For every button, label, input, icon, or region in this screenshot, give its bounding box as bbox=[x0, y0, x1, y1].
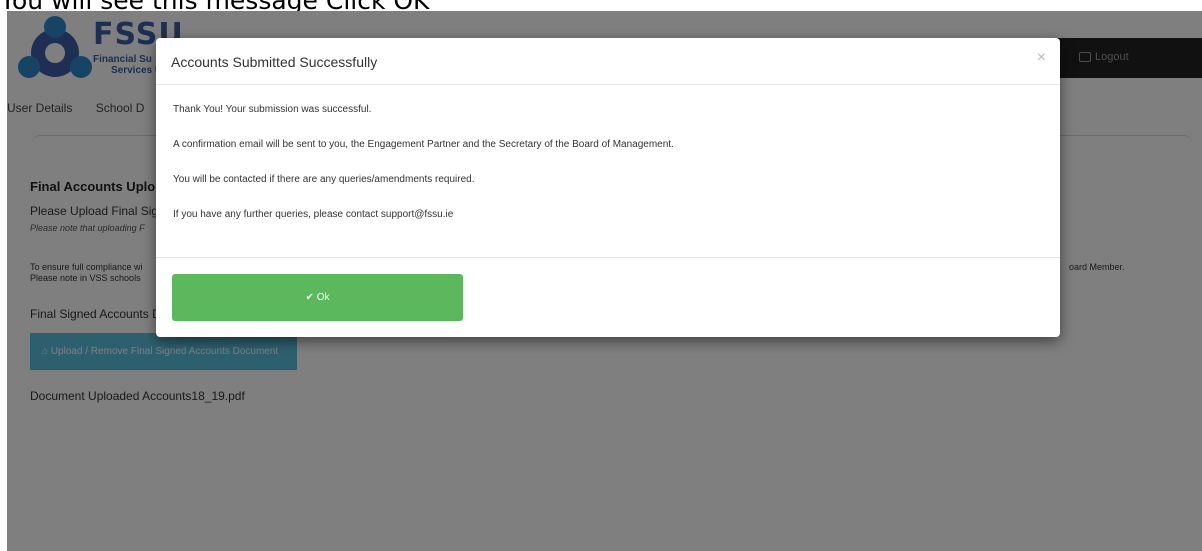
modal-line-contact: You will be contacted if there are any q… bbox=[173, 174, 475, 185]
ok-button-label: Ok bbox=[316, 292, 330, 303]
modal-line-support: If you have any further queries, please … bbox=[173, 209, 454, 220]
modal-body: Thank You! Your submission was successfu… bbox=[173, 104, 674, 244]
ok-button[interactable]: ✔ Ok bbox=[172, 274, 463, 321]
success-modal: Accounts Submitted Successfully × Thank … bbox=[156, 38, 1060, 337]
modal-line-thank-you: Thank You! Your submission was successfu… bbox=[173, 104, 372, 115]
modal-line-confirmation: A confirmation email will be sent to you… bbox=[173, 139, 674, 150]
modal-footer bbox=[156, 257, 1060, 258]
app-screen: FSSU Financial Su Services U Logout User… bbox=[7, 11, 1202, 551]
modal-header: Accounts Submitted Successfully × bbox=[156, 38, 1060, 85]
modal-title: Accounts Submitted Successfully bbox=[171, 54, 378, 70]
close-icon[interactable]: × bbox=[1037, 49, 1046, 67]
check-icon: ✔ bbox=[305, 292, 317, 303]
